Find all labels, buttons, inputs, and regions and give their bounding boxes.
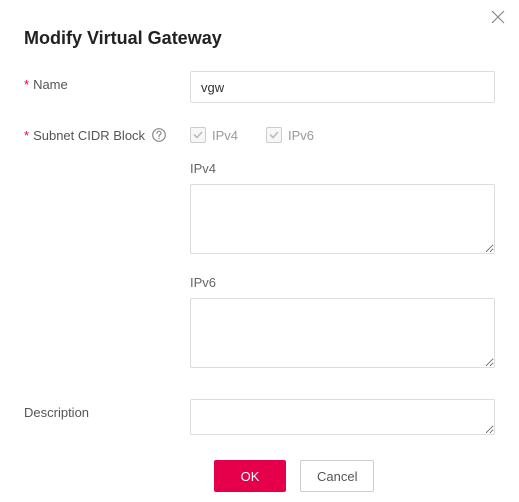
form: * Name * Subnet CIDR Block IPv4 IPv6 — [0, 71, 519, 492]
row-description: Description — [24, 399, 495, 438]
ipv6-option-label: IPv6 — [288, 128, 314, 143]
row-name: * Name — [24, 71, 495, 103]
ipv6-section-label: IPv6 — [190, 275, 495, 290]
name-input[interactable] — [190, 71, 495, 103]
ok-button[interactable]: OK — [214, 460, 286, 492]
name-label: Name — [33, 77, 68, 92]
ipv6-textarea[interactable] — [190, 298, 495, 368]
dialog-actions: OK Cancel — [24, 460, 495, 492]
cancel-button[interactable]: Cancel — [300, 460, 374, 492]
dialog-title: Modify Virtual Gateway — [0, 0, 519, 71]
help-icon[interactable] — [151, 127, 167, 143]
required-mark: * — [24, 129, 29, 142]
subnet-label-col: * Subnet CIDR Block — [24, 121, 190, 143]
row-subnet: * Subnet CIDR Block IPv4 IPv6 IPv4 IPv6 — [24, 121, 495, 371]
description-label-col: Description — [24, 399, 190, 420]
subnet-label: Subnet CIDR Block — [33, 128, 145, 143]
description-label: Description — [24, 405, 89, 420]
checkbox-icon — [266, 127, 282, 143]
description-textarea[interactable] — [190, 399, 495, 435]
name-label-col: * Name — [24, 71, 190, 92]
ipv4-section-label: IPv4 — [190, 161, 495, 176]
ipv6-checkbox[interactable]: IPv6 — [266, 127, 314, 143]
ipv4-checkbox[interactable]: IPv4 — [190, 127, 238, 143]
ipv4-option-label: IPv4 — [212, 128, 238, 143]
required-mark: * — [24, 78, 29, 91]
ip-version-options: IPv4 IPv6 — [190, 121, 495, 143]
checkbox-icon — [190, 127, 206, 143]
close-icon[interactable] — [491, 10, 505, 24]
ipv4-textarea[interactable] — [190, 184, 495, 254]
